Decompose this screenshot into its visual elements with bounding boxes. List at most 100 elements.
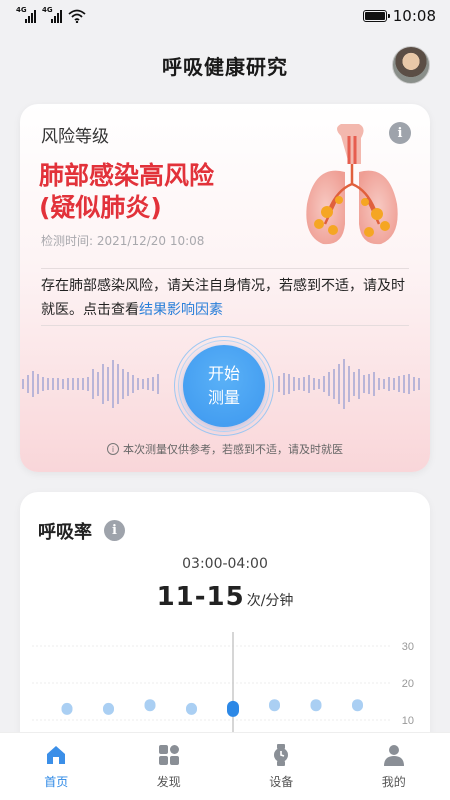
home-icon — [47, 746, 66, 764]
wave-bar — [117, 364, 119, 404]
status-left: 4G 4G — [16, 6, 86, 23]
risk-level-label: 风险等级 — [41, 127, 109, 147]
header: 呼吸健康研究 — [0, 40, 450, 90]
status-right: 10:08 — [362, 7, 436, 25]
resp-info-icon[interactable]: i — [104, 520, 125, 541]
nav-home[interactable]: 首页 — [16, 743, 96, 790]
wave-bar — [308, 375, 310, 393]
wave-bar — [102, 364, 104, 404]
wave-bar — [418, 378, 420, 390]
wave-bar — [318, 379, 320, 389]
wave-bar — [42, 377, 44, 391]
discover-icon — [158, 745, 179, 765]
lungs-illustration — [306, 124, 398, 245]
wave-bar — [147, 378, 149, 390]
wave-bar — [112, 360, 114, 408]
wave-bar — [82, 378, 84, 390]
risk-title: 肺部感染高风险 (疑似肺炎) — [39, 160, 299, 224]
risk-title-line2: (疑似肺炎) — [39, 193, 162, 222]
wave-bar — [27, 375, 29, 393]
data-point[interactable] — [61, 702, 73, 715]
wave-bar — [22, 379, 24, 389]
wave-bar — [388, 377, 390, 391]
battery-icon — [362, 10, 390, 22]
data-point[interactable] — [103, 702, 114, 715]
wave-bar — [398, 376, 400, 392]
wave-bar — [323, 376, 325, 392]
data-point[interactable] — [186, 702, 197, 715]
data-point[interactable] — [144, 699, 156, 712]
divider — [41, 325, 409, 326]
nav-device[interactable]: 设备 — [241, 743, 321, 790]
wave-bar — [338, 364, 340, 404]
y-tick-label: 10 — [402, 715, 414, 727]
wave-bar — [313, 378, 315, 390]
info-small-icon: i — [107, 443, 119, 455]
wave-bar — [157, 374, 159, 394]
wave-bar — [298, 378, 300, 390]
y-tick-label: 30 — [402, 641, 414, 653]
resp-title: 呼吸率 — [38, 522, 92, 543]
wave-bar — [57, 378, 59, 390]
wave-bar — [122, 369, 124, 399]
respiratory-chart[interactable]: 30 20 10 — [20, 632, 430, 732]
wave-bar — [62, 379, 64, 389]
wave-bar — [37, 374, 39, 394]
wave-bar — [303, 377, 305, 391]
profile-icon — [383, 745, 404, 766]
wave-bar — [383, 379, 385, 389]
time-range: 03:00-04:00 — [182, 556, 268, 572]
rate-row: 11-15 次/分钟 — [20, 582, 430, 612]
nav-me[interactable]: 我的 — [354, 743, 434, 790]
wave-bar — [343, 359, 345, 409]
measure-ring: 开始 测量 — [174, 336, 274, 436]
y-tick-label: 20 — [402, 678, 414, 690]
wave-bar — [353, 372, 355, 396]
wave-bar — [77, 378, 79, 390]
wave-bar — [132, 375, 134, 393]
risk-card: 风险等级 i 肺部感染高风险 (疑似肺炎) 检测时间: 2021/12/20 1… — [20, 104, 430, 472]
rate-unit: 次/分钟 — [246, 593, 294, 609]
data-point-selected[interactable] — [227, 700, 239, 717]
data-point[interactable] — [269, 699, 280, 712]
wave-bar — [107, 367, 109, 401]
wave-bar — [87, 377, 89, 391]
data-point[interactable] — [352, 699, 363, 712]
wave-bar — [92, 369, 94, 399]
respiratory-rate-card: 呼吸率 i 03:00-04:00 11-15 次/分钟 30 20 10 — [20, 492, 430, 762]
signal-icon-2: 4G — [42, 6, 62, 23]
bottom-nav: 首页 发现 设备 我的 — [0, 732, 450, 800]
wave-bar — [403, 375, 405, 393]
result-factors-link[interactable]: 结果影响因素 — [139, 302, 223, 318]
wave-bar — [348, 366, 350, 402]
wave-bar — [363, 375, 365, 393]
watch-icon — [274, 744, 289, 766]
wave-bar — [413, 377, 415, 391]
wave-bar — [278, 376, 280, 392]
wave-bar — [47, 378, 49, 390]
wave-bar — [393, 378, 395, 390]
status-time: 10:08 — [392, 7, 436, 25]
wave-bar — [97, 372, 99, 396]
status-bar: 4G 4G 10:08 — [0, 0, 450, 32]
wave-bar — [328, 372, 330, 396]
advice-body: 存在肺部感染风险，请关注自身情况，若感到不适，请及时就医。点击查看 — [41, 278, 405, 318]
wave-bar — [127, 372, 129, 396]
start-measure-button[interactable]: 开始 测量 — [183, 345, 265, 427]
wave-bar — [283, 373, 285, 395]
wave-bar — [72, 378, 74, 390]
data-point[interactable] — [310, 699, 322, 712]
wave-bar — [288, 374, 290, 394]
wave-bar — [368, 374, 370, 394]
wave-bar — [137, 378, 139, 390]
avatar[interactable] — [392, 46, 430, 84]
wave-bar — [358, 369, 360, 399]
nav-discover[interactable]: 发现 — [129, 743, 209, 790]
advice-text: 存在肺部感染风险，请关注自身情况，若感到不适，请及时就医。点击查看结果影响因素 — [41, 274, 411, 322]
divider — [41, 268, 409, 269]
wave-bar — [67, 378, 69, 390]
wave-bar — [333, 369, 335, 399]
wifi-icon — [68, 9, 86, 23]
wave-bar — [32, 371, 34, 397]
disclaimer: i 本次测量仅供参考，若感到不适，请及时就医 — [20, 441, 430, 457]
